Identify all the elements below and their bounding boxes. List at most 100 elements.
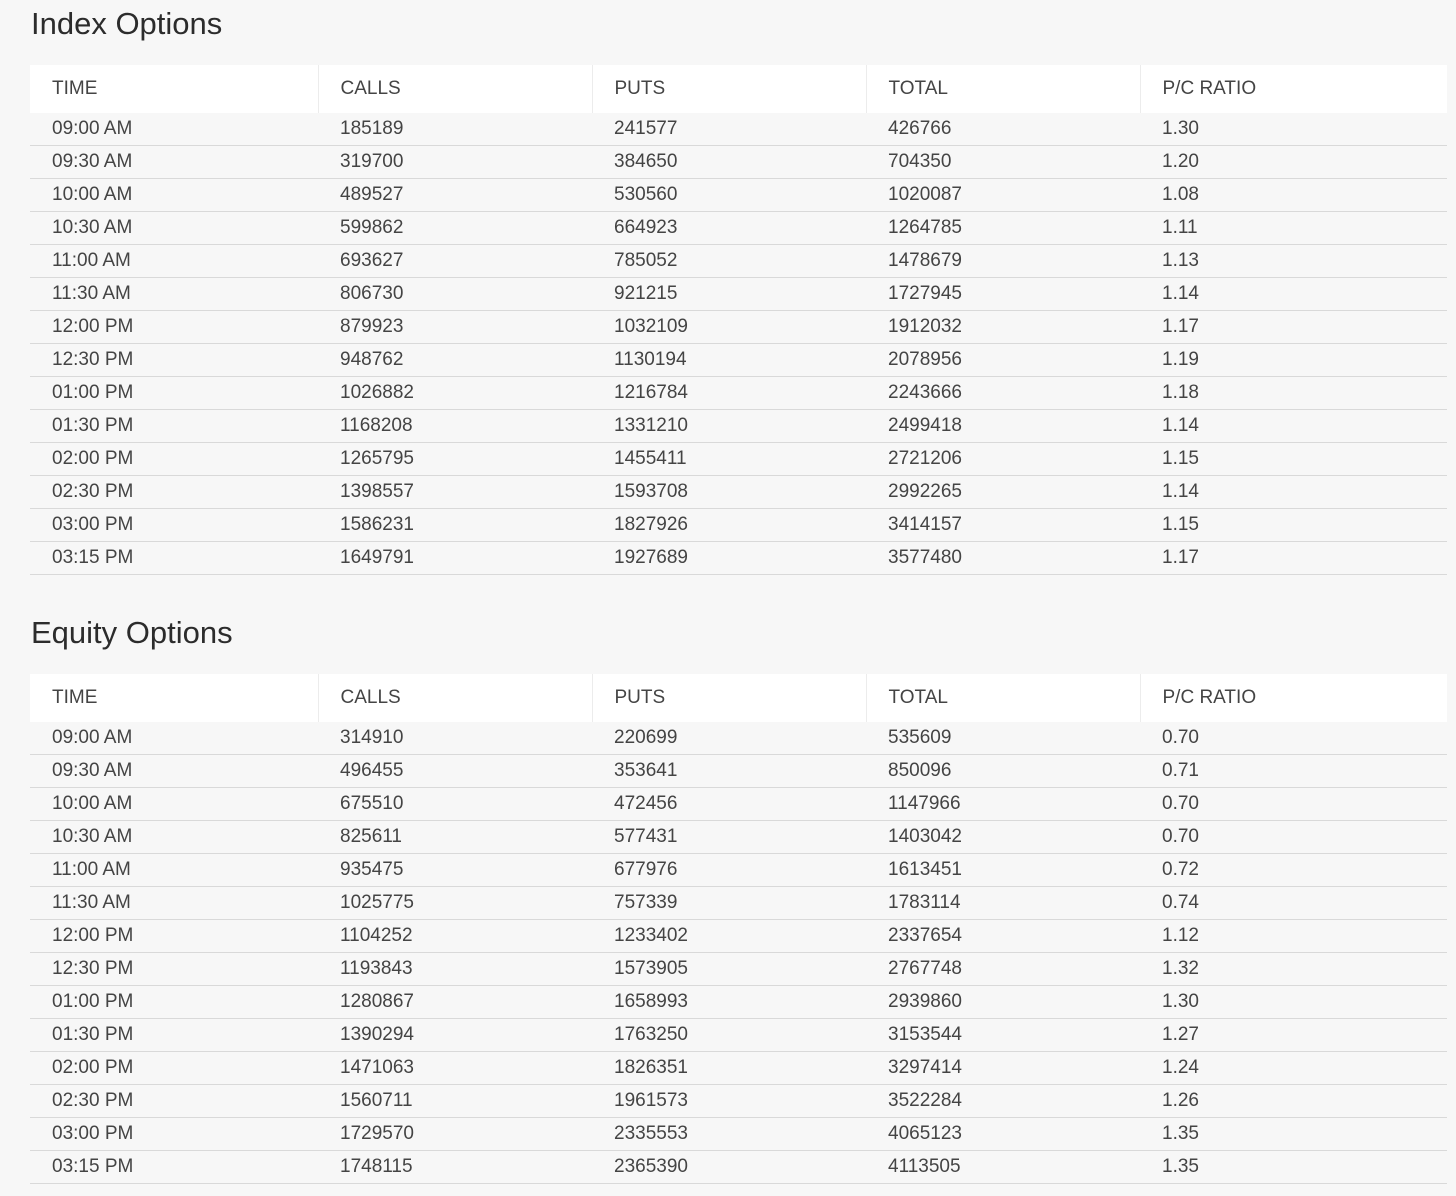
calls-cell: 825611 (318, 820, 592, 854)
calls-cell: 1104252 (318, 919, 592, 953)
pc-ratio-cell: 1.35 (1140, 1150, 1447, 1184)
time-cell: 01:30 PM (30, 1018, 318, 1052)
pc-ratio-cell: 1.15 (1140, 508, 1447, 542)
table-header-row: TIME CALLS PUTS TOTAL P/C RATIO (30, 674, 1447, 722)
column-header-time[interactable]: TIME (30, 674, 318, 722)
column-header-calls[interactable]: CALLS (317, 65, 592, 113)
total-cell: 1727945 (866, 277, 1140, 311)
calls-cell: 1280867 (318, 985, 592, 1019)
total-cell: 3297414 (866, 1051, 1140, 1085)
equity-options-table: TIME CALLS PUTS TOTAL P/C RATIO 09:00 AM… (30, 674, 1447, 1184)
calls-cell: 496455 (318, 754, 592, 788)
pc-ratio-cell: 0.71 (1140, 754, 1447, 788)
pc-ratio-cell: 1.14 (1140, 277, 1447, 311)
puts-cell: 1927689 (592, 541, 866, 575)
pc-ratio-cell: 1.32 (1140, 952, 1447, 986)
total-cell: 704350 (866, 145, 1140, 179)
index-options-table: TIME CALLS PUTS TOTAL P/C RATIO 09:00 AM… (30, 65, 1447, 575)
calls-cell: 489527 (318, 178, 592, 212)
pc-ratio-cell: 1.08 (1140, 178, 1447, 212)
table-row: 09:00 AM 185189 241577 426766 1.30 (30, 113, 1447, 146)
total-cell: 3153544 (866, 1018, 1140, 1052)
total-cell: 4113505 (866, 1150, 1140, 1184)
calls-cell: 185189 (318, 113, 592, 146)
pc-ratio-cell: 1.13 (1140, 244, 1447, 278)
pc-ratio-cell: 0.74 (1140, 886, 1447, 920)
puts-cell: 241577 (592, 113, 866, 146)
time-cell: 01:00 PM (30, 376, 318, 410)
column-header-puts[interactable]: PUTS (591, 674, 866, 722)
column-header-puts[interactable]: PUTS (591, 65, 866, 113)
calls-cell: 1390294 (318, 1018, 592, 1052)
equity-options-section: Equity Options TIME CALLS PUTS TOTAL P/C… (30, 609, 1447, 1184)
table-row: 01:30 PM 1390294 1763250 3153544 1.27 (30, 1018, 1447, 1052)
calls-cell: 879923 (318, 310, 592, 344)
column-header-calls[interactable]: CALLS (317, 674, 592, 722)
total-cell: 4065123 (866, 1117, 1140, 1151)
table-row: 02:00 PM 1265795 1455411 2721206 1.15 (30, 442, 1447, 476)
calls-cell: 314910 (318, 722, 592, 755)
puts-cell: 1763250 (592, 1018, 866, 1052)
total-cell: 1403042 (866, 820, 1140, 854)
table-row: 12:00 PM 879923 1032109 1912032 1.17 (30, 310, 1447, 344)
time-cell: 10:00 AM (30, 787, 318, 821)
table-row: 10:30 AM 825611 577431 1403042 0.70 (30, 820, 1447, 854)
puts-cell: 2365390 (592, 1150, 866, 1184)
pc-ratio-cell: 1.35 (1140, 1117, 1447, 1151)
total-cell: 1147966 (866, 787, 1140, 821)
time-cell: 02:00 PM (30, 442, 318, 476)
time-cell: 02:00 PM (30, 1051, 318, 1085)
calls-cell: 1168208 (318, 409, 592, 443)
pc-ratio-cell: 1.30 (1140, 985, 1447, 1019)
puts-cell: 220699 (592, 722, 866, 755)
table-row: 03:15 PM 1748115 2365390 4113505 1.35 (30, 1150, 1447, 1184)
pc-ratio-cell: 1.26 (1140, 1084, 1447, 1118)
total-cell: 2767748 (866, 952, 1140, 986)
time-cell: 03:15 PM (30, 1150, 318, 1184)
column-header-total[interactable]: TOTAL (865, 674, 1140, 722)
time-cell: 09:30 AM (30, 145, 318, 179)
puts-cell: 1573905 (592, 952, 866, 986)
pc-ratio-cell: 1.11 (1140, 211, 1447, 245)
puts-cell: 1032109 (592, 310, 866, 344)
pc-ratio-cell: 1.19 (1140, 343, 1447, 377)
pc-ratio-cell: 1.12 (1140, 919, 1447, 953)
time-cell: 02:30 PM (30, 475, 318, 509)
table-row: 09:00 AM 314910 220699 535609 0.70 (30, 722, 1447, 755)
total-cell: 426766 (866, 113, 1140, 146)
pc-ratio-cell: 1.18 (1140, 376, 1447, 410)
pc-ratio-cell: 0.70 (1140, 722, 1447, 755)
puts-cell: 1216784 (592, 376, 866, 410)
column-header-total[interactable]: TOTAL (865, 65, 1140, 113)
puts-cell: 1827926 (592, 508, 866, 542)
pc-ratio-cell: 0.70 (1140, 787, 1447, 821)
total-cell: 535609 (866, 722, 1140, 755)
total-cell: 1912032 (866, 310, 1140, 344)
column-header-pc-ratio[interactable]: P/C RATIO (1139, 65, 1447, 113)
time-cell: 03:00 PM (30, 508, 318, 542)
column-header-time[interactable]: TIME (30, 65, 318, 113)
calls-cell: 948762 (318, 343, 592, 377)
pc-ratio-cell: 1.27 (1140, 1018, 1447, 1052)
calls-cell: 1560711 (318, 1084, 592, 1118)
time-cell: 11:30 AM (30, 886, 318, 920)
column-header-pc-ratio[interactable]: P/C RATIO (1139, 674, 1447, 722)
table-row: 12:00 PM 1104252 1233402 2337654 1.12 (30, 919, 1447, 953)
table-header-row: TIME CALLS PUTS TOTAL P/C RATIO (30, 65, 1447, 113)
puts-cell: 1826351 (592, 1051, 866, 1085)
calls-cell: 675510 (318, 787, 592, 821)
calls-cell: 1398557 (318, 475, 592, 509)
table-row: 10:00 AM 489527 530560 1020087 1.08 (30, 178, 1447, 212)
table-row: 12:30 PM 948762 1130194 2078956 1.19 (30, 343, 1447, 377)
puts-cell: 1331210 (592, 409, 866, 443)
total-cell: 1478679 (866, 244, 1140, 278)
time-cell: 12:30 PM (30, 343, 318, 377)
puts-cell: 530560 (592, 178, 866, 212)
pc-ratio-cell: 1.14 (1140, 409, 1447, 443)
time-cell: 10:30 AM (30, 820, 318, 854)
pc-ratio-cell: 1.17 (1140, 541, 1447, 575)
time-cell: 09:00 AM (30, 113, 318, 146)
puts-cell: 921215 (592, 277, 866, 311)
table-row: 02:00 PM 1471063 1826351 3297414 1.24 (30, 1051, 1447, 1085)
time-cell: 12:30 PM (30, 952, 318, 986)
